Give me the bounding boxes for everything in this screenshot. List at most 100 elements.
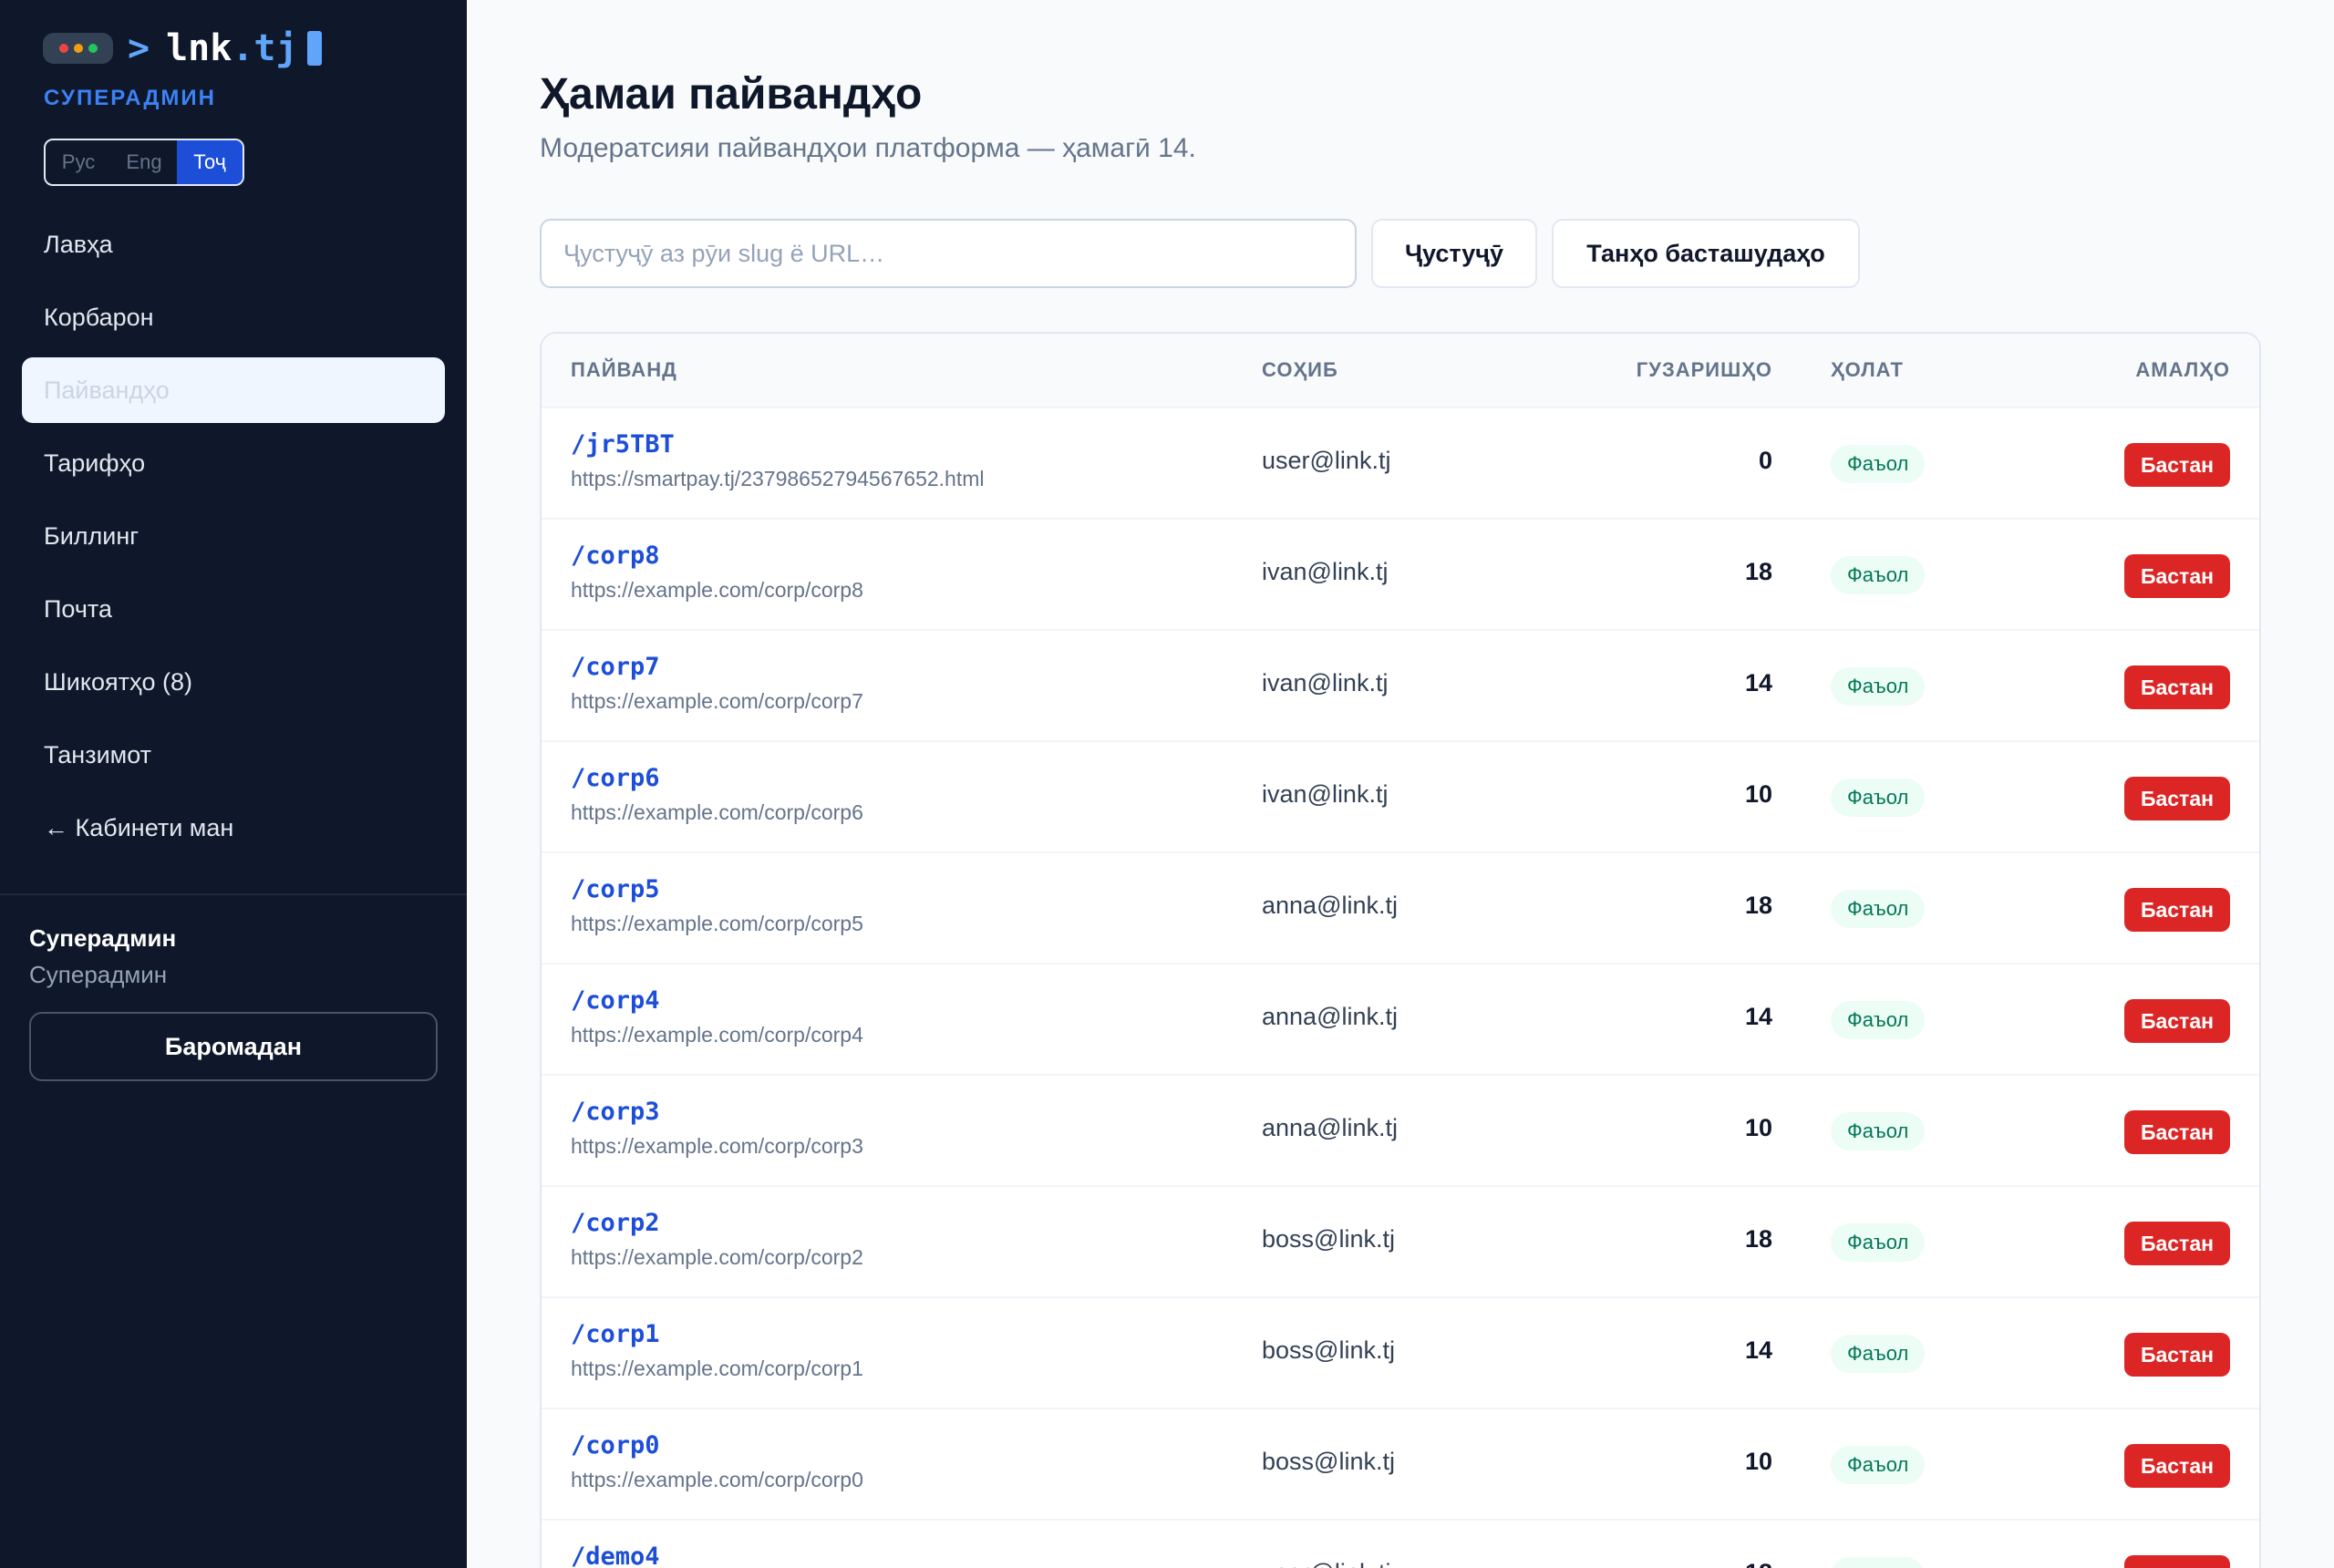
nav-item-dashboard[interactable]: Лавҳа bbox=[22, 211, 445, 277]
owner-email: anna@link.tj bbox=[1262, 1114, 1398, 1141]
link-slug[interactable]: /corp6 bbox=[571, 764, 660, 792]
sidebar: > lnk .tj СУПЕРАДМИН Рус Eng Тоҷ Лавҳа Ко… bbox=[0, 0, 467, 1568]
link-slug[interactable]: /jr5TBT bbox=[571, 430, 675, 459]
link-url[interactable]: https://smartpay.tj/23798652794567652.ht… bbox=[571, 467, 985, 491]
window-dots-icon bbox=[43, 33, 113, 64]
nav-item-links[interactable]: Пайвандҳо bbox=[22, 357, 445, 423]
block-button[interactable]: Бастан bbox=[2123, 554, 2230, 598]
nav-item-mail[interactable]: Почта bbox=[22, 576, 445, 642]
table-row: /corp8 https://example.com/corp/corp8 ivan… bbox=[542, 518, 2259, 629]
click-count: 10 bbox=[1744, 1448, 1772, 1475]
page-title: Ҳамаи пайвандҳо bbox=[540, 70, 923, 119]
link-url[interactable]: https://example.com/corp/corp3 bbox=[571, 1134, 863, 1159]
table-header: ПАЙВАНД СОҲИБ ГУЗАРИШҲО ҲОЛАТ АМАЛҲО bbox=[542, 334, 2259, 407]
click-count: 18 bbox=[1744, 558, 1772, 585]
block-button[interactable]: Бастан bbox=[2123, 777, 2230, 820]
table-row: /corp2 https://example.com/corp/corp2 boss… bbox=[542, 1185, 2259, 1296]
owner-email: anna@link.tj bbox=[1262, 892, 1398, 919]
link-slug[interactable]: /corp5 bbox=[571, 875, 660, 903]
block-button[interactable]: Бастан bbox=[2123, 1555, 2230, 1568]
logout-button[interactable]: Баромадан bbox=[29, 1012, 438, 1081]
click-count: 14 bbox=[1744, 1003, 1772, 1030]
page-subtitle: Модератсияи пайвандҳои платформа — ҳамаг… bbox=[540, 133, 1196, 163]
link-slug[interactable]: /corp8 bbox=[571, 542, 660, 570]
column-header-owner[interactable]: СОҲИБ bbox=[1262, 358, 1338, 382]
status-badge: Фаъол bbox=[1831, 667, 1926, 706]
lang-option-tj[interactable]: Тоҷ bbox=[177, 140, 243, 184]
search-input[interactable] bbox=[540, 219, 1357, 288]
status-badge: Фаъол bbox=[1831, 1112, 1926, 1150]
link-url[interactable]: https://example.com/corp/corp5 bbox=[571, 912, 863, 936]
link-slug[interactable]: /corp4 bbox=[571, 986, 660, 1015]
link-url[interactable]: https://example.com/corp/corp0 bbox=[571, 1468, 863, 1492]
link-url[interactable]: https://example.com/corp/corp1 bbox=[571, 1357, 863, 1381]
lang-option-en[interactable]: Eng bbox=[111, 140, 177, 184]
nav-item-complaints[interactable]: Шикоятҳо (8) bbox=[22, 649, 445, 715]
language-switcher: Рус Eng Тоҷ bbox=[44, 139, 244, 186]
status-badge: Фаъол bbox=[1831, 1001, 1926, 1039]
owner-email: boss@link.tj bbox=[1262, 1448, 1395, 1475]
link-slug[interactable]: /corp3 bbox=[571, 1098, 660, 1126]
status-badge: Фаъол bbox=[1831, 1446, 1926, 1484]
block-button[interactable]: Бастан bbox=[2123, 999, 2230, 1043]
owner-email: ivan@link.tj bbox=[1262, 669, 1389, 696]
search-button[interactable]: Ҷустуҷӯ bbox=[1371, 219, 1537, 288]
cursor-icon bbox=[306, 31, 322, 66]
link-url[interactable]: https://example.com/corp/corp7 bbox=[571, 689, 863, 714]
brand-logo[interactable]: > lnk .tj bbox=[43, 27, 322, 69]
nav-item-my-cabinet[interactable]: ← Кабинети ман bbox=[22, 795, 445, 861]
click-count: 18 bbox=[1745, 1559, 1772, 1568]
click-count: 10 bbox=[1744, 1114, 1772, 1141]
role-tag: СУПЕРАДМИН bbox=[44, 86, 216, 110]
link-url[interactable]: https://example.com/corp/corp2 bbox=[571, 1245, 863, 1270]
status-badge: Фаъол bbox=[1831, 556, 1926, 594]
nav-item-billing[interactable]: Биллинг bbox=[22, 503, 445, 569]
nav-item-settings[interactable]: Танзимот bbox=[22, 722, 445, 788]
status-badge: Фаъол bbox=[1831, 890, 1926, 928]
click-count: 0 bbox=[1758, 447, 1772, 474]
table-row: /jr5TBT https://smartpay.tj/2379865279456… bbox=[542, 407, 2259, 518]
sidebar-divider bbox=[0, 893, 467, 895]
link-url[interactable]: https://example.com/corp/corp8 bbox=[571, 578, 863, 603]
block-button[interactable]: Бастан bbox=[2123, 665, 2230, 709]
click-count: 10 bbox=[1744, 780, 1772, 808]
status-badge: Фаъол bbox=[1831, 779, 1926, 817]
link-slug[interactable]: /corp7 bbox=[571, 653, 660, 681]
lang-option-ru[interactable]: Рус bbox=[46, 140, 111, 184]
block-button[interactable]: Бастан bbox=[2123, 1333, 2230, 1377]
table-row: /corp0 https://example.com/corp/corp0 boss… bbox=[542, 1408, 2259, 1519]
nav-item-tariffs[interactable]: Тарифҳо bbox=[22, 430, 445, 496]
owner-email: ivan@link.tj bbox=[1262, 780, 1389, 808]
green-dot-icon bbox=[88, 44, 98, 53]
block-button[interactable]: Бастан bbox=[2123, 888, 2230, 932]
owner-email: anna@link.tj bbox=[1262, 1003, 1398, 1030]
link-url[interactable]: https://example.com/corp/corp4 bbox=[571, 1023, 863, 1047]
click-count: 18 bbox=[1744, 1225, 1772, 1253]
link-slug[interactable]: /corp2 bbox=[571, 1209, 660, 1237]
yellow-dot-icon bbox=[73, 44, 83, 53]
column-header-actions: АМАЛҲО bbox=[2135, 358, 2230, 381]
block-button[interactable]: Бастан bbox=[2123, 443, 2230, 487]
sidebar-nav: Лавҳа Корбарон Пайвандҳо Тарифҳо Биллинг… bbox=[22, 211, 445, 868]
table-row: /corp5 https://example.com/corp/corp5 anna… bbox=[542, 851, 2259, 963]
block-button[interactable]: Бастан bbox=[2123, 1222, 2230, 1265]
links-table: ПАЙВАНД СОҲИБ ГУЗАРИШҲО ҲОЛАТ АМАЛҲО /jr… bbox=[540, 332, 2261, 1568]
nav-item-users[interactable]: Корбарон bbox=[22, 284, 445, 350]
column-header-link[interactable]: ПАЙВАНД bbox=[571, 358, 677, 382]
red-dot-icon bbox=[58, 44, 68, 53]
owner-email: boss@link.tj bbox=[1262, 1225, 1395, 1253]
column-header-status[interactable]: ҲОЛАТ bbox=[1831, 358, 1904, 382]
owner-email: ivan@link.tj bbox=[1262, 558, 1389, 585]
link-slug[interactable]: /corp1 bbox=[571, 1320, 660, 1348]
link-url[interactable]: https://example.com/corp/corp6 bbox=[571, 800, 863, 825]
column-header-clicks[interactable]: ГУЗАРИШҲО bbox=[1637, 358, 1772, 382]
blocked-only-filter-button[interactable]: Танҳо басташудаҳо bbox=[1552, 219, 1860, 288]
link-slug[interactable]: /corp0 bbox=[571, 1431, 660, 1460]
status-badge: Фаъол bbox=[1831, 445, 1926, 483]
status-badge: Фаъол bbox=[1831, 1557, 1926, 1568]
link-slug[interactable]: /demo4 bbox=[571, 1542, 660, 1568]
block-button[interactable]: Бастан bbox=[2123, 1110, 2230, 1154]
block-button[interactable]: Бастан bbox=[2123, 1444, 2230, 1488]
user-name: Суперадмин bbox=[29, 924, 177, 952]
table-row: /corp4 https://example.com/corp/corp4 anna… bbox=[542, 963, 2259, 1074]
